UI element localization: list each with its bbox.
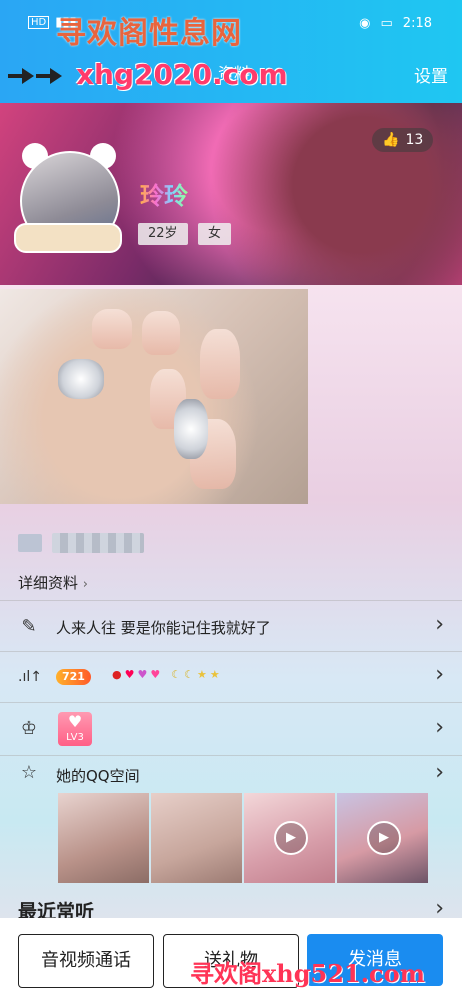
photo-nail [92,309,132,349]
qzone-thumbnails: ▶ ▶ [58,793,428,883]
qzone-thumb[interactable] [58,793,149,883]
play-icon[interactable]: ▶ [367,821,401,855]
star-icon: ★ [209,668,220,681]
photo-gem [58,359,104,399]
photo-nail [142,311,180,355]
top-header: HD ▮▮▮ ◉ ▭ 2:18 寻欢阁性息网 资料 xhg2020.com 设置 [0,0,462,103]
like-count: 13 [405,132,424,148]
qzone-label: 她的QQ空间 [56,767,140,785]
level-label: LV3 [66,732,84,743]
gender-tag: 女 [198,223,232,245]
network-label: HD [28,16,50,29]
pencil-icon: ✎ [21,616,37,637]
thumbs-up-icon: 👍 [382,132,400,148]
rank-up-icon: .ıl↑ [18,669,42,685]
crown-icon: ♔ [20,718,38,739]
detail-label: 详细资料 [18,574,79,592]
points-badge: 721 [56,669,91,685]
like-badge[interactable]: 👍 13 [372,128,434,152]
star-icon: ★ [196,668,207,681]
avatar-frame[interactable] [14,143,122,253]
watermark-top: 寻欢阁性息网 [56,16,242,51]
profile-photo[interactable] [0,289,308,504]
avatar-ribbon [14,223,122,253]
heart-icon: ♥ [137,668,148,681]
detail-link[interactable]: 详细资料 › [18,572,88,593]
age-tag: 22岁 [138,223,188,245]
divider [0,600,462,601]
level-icons: ● ♥ ♥ ♥ ☾ ☾ ★ ★ [112,668,220,681]
divider [0,755,462,756]
nickname: 玲玲 [140,176,188,211]
photo-nail [200,329,240,399]
qzone-thumb[interactable] [151,793,242,883]
chevron-right-icon: › [435,612,444,637]
qzone-thumb[interactable]: ▶ [337,793,428,883]
heart-icon: ♥ [67,712,83,731]
heart-icon: ♥ [124,668,135,681]
signature-text: 人来人往 要是你能记住我就好了 [56,619,271,637]
back-icon[interactable] [8,66,64,86]
chevron-right-icon: › [435,760,444,785]
qzone-row[interactable]: ☆ 她的QQ空间 › [0,758,462,790]
clock: 2:18 [402,16,432,31]
battery-icon: ▭ [380,16,393,31]
blurred-text [52,533,144,553]
points-value: 721 [62,670,85,683]
signature-row[interactable]: ✎ 人来人往 要是你能记住我就好了 › [0,604,462,650]
blurred-account [18,533,144,553]
blurred-icon [18,534,42,552]
photo-gem [174,399,208,459]
chevron-right-icon: › [435,662,444,687]
star-outline-icon: ☆ [20,762,38,783]
watermark-bottom: 寻欢阁xhg521.com [190,959,426,988]
moon-icon: ☾ [184,668,194,681]
chevron-right-icon: › [435,715,444,740]
moon-icon: ☾ [171,668,182,681]
eye-icon: ◉ [359,16,371,31]
sun-icon: ● [112,668,122,681]
settings-button[interactable]: 设置 [414,62,448,87]
video-call-button[interactable]: 音视频通话 [18,934,154,988]
play-icon[interactable]: ▶ [274,821,308,855]
heart-icon: ♥ [150,668,161,681]
chevron-right-icon: › [82,577,88,592]
watermark-url: xhg2020.com [76,58,288,91]
level-badge: ♥ LV3 [58,712,92,746]
qzone-thumb[interactable]: ▶ [244,793,335,883]
